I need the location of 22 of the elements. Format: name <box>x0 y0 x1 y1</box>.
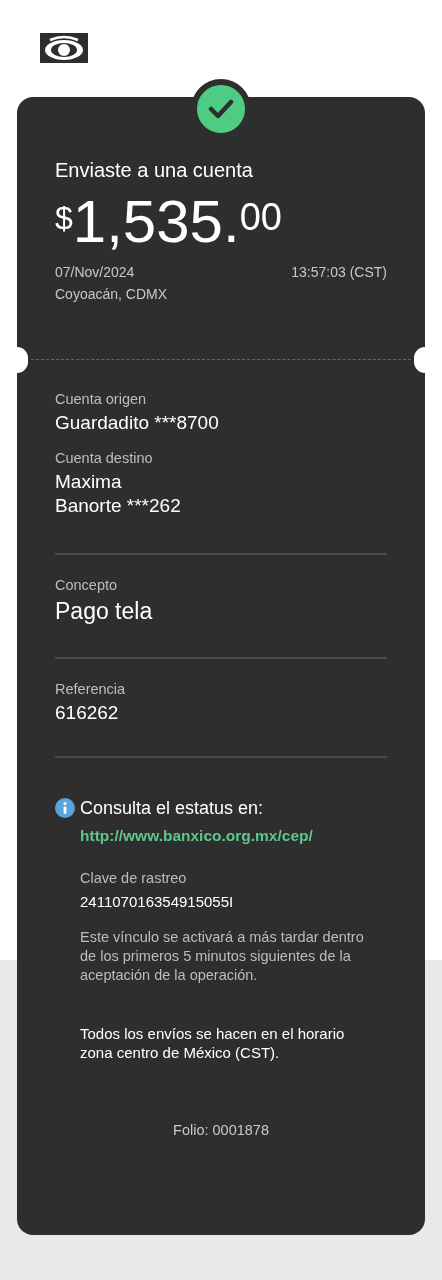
status-link[interactable]: http://www.banxico.org.mx/cep/ <box>80 826 387 845</box>
field-value: Pago tela <box>55 597 154 627</box>
field-value: 616262 <box>55 700 120 725</box>
tracking-value: 241107016354915055I <box>80 892 235 910</box>
folio: Folio: 0001878 <box>172 1121 270 1138</box>
field-label: Cuenta origen <box>55 391 148 407</box>
field-label: Cuenta destino <box>55 449 154 466</box>
date: 07/Nov/2024 <box>55 264 135 280</box>
logo-icon <box>40 33 88 63</box>
info-title: Consulta el estatus en: <box>80 797 264 819</box>
location: Coyoacán, CDMX <box>55 286 169 302</box>
check-icon <box>208 99 234 119</box>
time: 13:57:03 (CST) <box>291 264 387 280</box>
info-icon <box>55 798 75 819</box>
field-value: Guardadito ***8700 <box>55 411 220 435</box>
timezone-note: Todos los envíos se hacen en el horario zona centro de México (CST). <box>80 1023 346 1062</box>
receipt-title: Enviaste a una cuenta <box>55 159 254 182</box>
activation-notice: Este vínculo se activará a más tardar dentro de los primeros 5 minutos siguientes de la aceptación de la operación. <box>80 927 365 985</box>
field-label: Referencia <box>55 680 127 697</box>
tracking-label: Clave de rastreo <box>80 869 188 886</box>
field-label: Concepto <box>55 577 119 594</box>
field-value: Maxima Banorte ***262 <box>55 469 182 519</box>
